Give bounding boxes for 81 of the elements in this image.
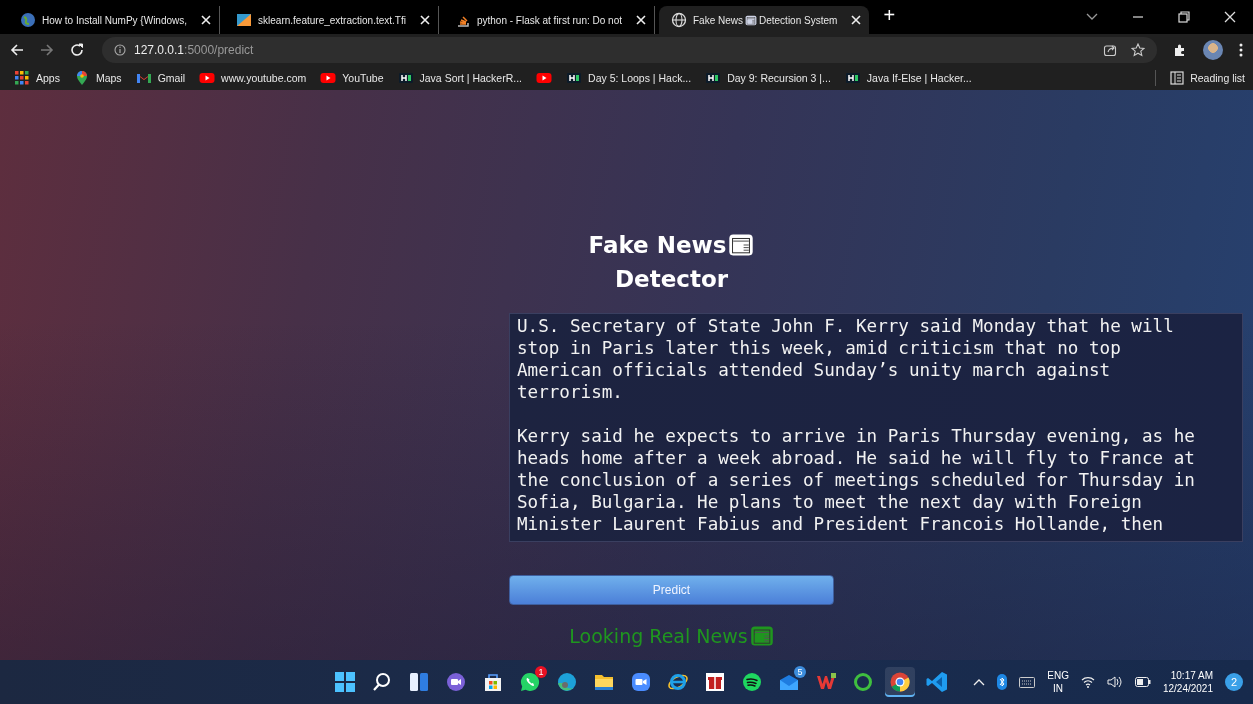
play-button-icon bbox=[320, 70, 337, 86]
code-editor-icon bbox=[925, 670, 949, 694]
bookmark[interactable]: Java Sort | HackerR... bbox=[397, 70, 523, 86]
video-chat-icon bbox=[444, 670, 468, 694]
bookmark[interactable]: Day 9: Recursion 3 |... bbox=[705, 70, 831, 86]
h-badge-icon bbox=[844, 70, 861, 86]
chart-logo-icon bbox=[236, 12, 253, 28]
globe-icon bbox=[20, 12, 36, 28]
music-waves-icon bbox=[740, 670, 764, 694]
newspaper-icon bbox=[728, 233, 755, 257]
bookmark[interactable]: YouTube bbox=[320, 70, 384, 86]
newspaper-icon bbox=[749, 625, 774, 647]
play-button-icon bbox=[199, 70, 216, 86]
keyboard-icon[interactable] bbox=[1019, 676, 1036, 688]
windows-logo-icon bbox=[333, 670, 357, 694]
bookmark[interactable]: Day 5: Loops | Hack... bbox=[566, 70, 692, 86]
page-title: Detector bbox=[614, 265, 729, 294]
url-path: :5000/predict bbox=[184, 43, 254, 57]
chevron-down-icon[interactable] bbox=[1086, 13, 1098, 21]
bookmark[interactable] bbox=[536, 70, 553, 86]
battery-icon[interactable] bbox=[1134, 677, 1151, 687]
bookmark[interactable]: Java If-Else | Hacker... bbox=[844, 70, 972, 86]
video-camera-icon bbox=[629, 670, 653, 694]
apps-grid-icon bbox=[14, 70, 30, 86]
forward-arrow-icon bbox=[40, 43, 54, 57]
clock-date[interactable]: 12/24/2021 bbox=[1162, 682, 1213, 695]
tab-title: Fake News bbox=[693, 14, 743, 26]
count-badge: 1 bbox=[535, 666, 547, 678]
avatar[interactable] bbox=[1203, 40, 1223, 60]
tab-title: Detection System bbox=[759, 14, 838, 26]
newspaper-icon bbox=[745, 14, 757, 26]
widgets-icon bbox=[407, 670, 431, 694]
close-icon[interactable] bbox=[851, 15, 862, 25]
taskbar-app[interactable] bbox=[885, 667, 915, 697]
h-badge-icon bbox=[397, 70, 414, 86]
new-tab-button[interactable]: + bbox=[873, 3, 906, 31]
wifi-icon[interactable] bbox=[1080, 676, 1095, 688]
count-badge: 5 bbox=[794, 666, 806, 678]
chevron-up-icon[interactable] bbox=[973, 678, 986, 686]
more-menu-icon[interactable] bbox=[1239, 43, 1243, 57]
address-bar[interactable]: 127.0.0.1:5000/predict bbox=[102, 37, 1157, 63]
bookmark[interactable]: Apps bbox=[14, 70, 60, 86]
close-icon[interactable] bbox=[201, 15, 212, 25]
language-label[interactable]: ENG bbox=[1047, 669, 1069, 682]
bookmark[interactable]: Maps bbox=[73, 70, 122, 86]
puzzle-icon[interactable] bbox=[1173, 43, 1187, 57]
reading-list-button[interactable]: Reading list bbox=[1170, 71, 1245, 85]
h-badge-icon bbox=[566, 70, 583, 86]
result-text: Looking Real News bbox=[569, 625, 748, 647]
speaker-icon[interactable] bbox=[1106, 676, 1123, 688]
restore-icon[interactable] bbox=[1178, 11, 1190, 23]
gift-icon bbox=[703, 670, 727, 694]
page-title: Fake News bbox=[588, 231, 727, 260]
globe-icon bbox=[671, 12, 687, 28]
tab-title: How to Install NumPy {Windows, bbox=[42, 14, 188, 26]
share-icon[interactable] bbox=[1103, 43, 1117, 57]
article-text-field[interactable]: U.S. Secretary of State John F. Kerry said Monday that he will stop in Paris later this week, amid criticism that no top American officials attended Sunday’s unity march against terrorism. Kerry said he expects to arrive in Paris Thursday evening, as he heads home after a week abroad. He said he will fly to France at the conclusion of a series of meetings scheduled for Thursday in Sofia, Bulgaria. He plans to meet the next day with Foreign Minister Laurent Fabius and President Francois Hollande, then bbox=[509, 313, 1243, 542]
browser-tab[interactable]: Fake News Detection System bbox=[659, 6, 870, 34]
close-icon[interactable] bbox=[636, 15, 646, 25]
list-icon bbox=[1170, 71, 1185, 85]
bookmark[interactable]: Gmail bbox=[135, 70, 186, 86]
play-button-icon bbox=[536, 70, 553, 86]
star-icon[interactable] bbox=[1131, 43, 1145, 57]
browser-wave-icon bbox=[555, 670, 579, 694]
clock-time[interactable]: 10:17 AM bbox=[1170, 669, 1213, 682]
info-icon[interactable] bbox=[114, 44, 126, 56]
back-arrow-icon[interactable] bbox=[10, 43, 24, 57]
tab-title: python - Flask at first run: Do not bbox=[476, 14, 622, 26]
close-icon[interactable] bbox=[1224, 11, 1236, 23]
h-badge-icon bbox=[705, 70, 722, 86]
region-label[interactable]: IN bbox=[1053, 682, 1064, 695]
phone-chat-icon bbox=[518, 670, 542, 694]
close-icon[interactable] bbox=[419, 15, 430, 25]
bluetooth-icon[interactable] bbox=[997, 674, 1008, 690]
chrome-icon bbox=[888, 670, 912, 694]
bookmark[interactable]: www.youtube.com bbox=[199, 70, 307, 86]
reload-icon[interactable] bbox=[70, 43, 84, 57]
taskbar-app[interactable]: 1 bbox=[515, 667, 545, 697]
url-host: 127.0.0.1 bbox=[134, 43, 185, 57]
tab-title: sklearn.feature_extraction.text.Tfi bbox=[258, 14, 406, 26]
ring-icon bbox=[851, 670, 875, 694]
